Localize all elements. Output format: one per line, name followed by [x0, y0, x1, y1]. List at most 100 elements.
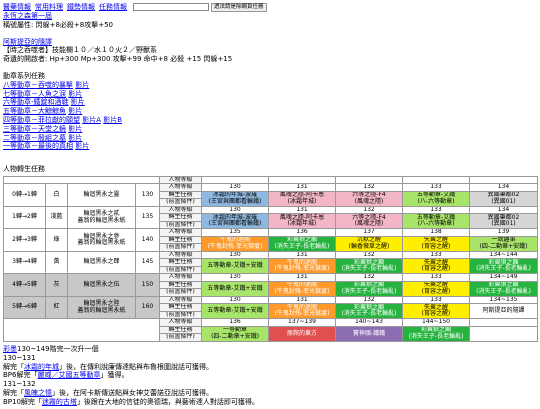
level-cell: 138 [402, 228, 470, 237]
quest-cell: 五等動章-艾鐵+安鐵 [201, 258, 269, 275]
quest-prereq: (八-六等動章) [417, 220, 455, 228]
item-name: 輪迴黑永之伍 [83, 280, 120, 288]
nav-link-medicine[interactable]: 醫藥情報 [3, 3, 31, 12]
video-link-b[interactable]: 影片B [103, 116, 122, 124]
quest-cell: 風魂之隱-阿卡恩 (冰霜年城) [268, 213, 336, 230]
video-link[interactable]: 影片 [75, 81, 89, 89]
quest-cell: 失翼之醒 (育容之醒) [402, 258, 470, 275]
quest-cell: 五等動章-艾鐵 (八-六等動章) [402, 190, 470, 207]
footer-link[interactable]: 彩墨 [3, 345, 17, 353]
quest-name: 五等動章-艾鐵+安鐵 [207, 262, 263, 270]
tier-level: 140 [135, 228, 160, 252]
quest-cell: 六等之隱-F4 (風魂之隱) [335, 213, 403, 230]
quest-link[interactable]: 六等動章-鐵錠和酒鞋 [3, 98, 69, 106]
level-cell: 136 [201, 318, 269, 327]
quest-link[interactable]: 五等動章－大鯨鯨魚 [3, 107, 66, 115]
item-name: 輪迴黑永之肆 [83, 258, 120, 266]
quest-prereq: (消失王子-長老輪亂) [341, 310, 397, 318]
footer-link[interactable]: 冰霜的年城 [24, 363, 59, 371]
tier-item: 輪迴黑永之伍 [67, 273, 136, 297]
video-link[interactable]: 影片 [68, 134, 82, 142]
tier-color: 紅 [45, 295, 68, 320]
video-link[interactable]: 影片 [68, 107, 82, 115]
quest-cell: 彩翼狼之願 (消失王子-長老輪亂) [335, 303, 403, 320]
quest-prereq: (異國01) [491, 220, 516, 228]
class-desc: 【時之吞噬者】技能欄１０／水１０火２／野獸系 [3, 46, 157, 55]
quest-item: 八等動章－吞噬的暴擊 影片 [3, 81, 537, 90]
quest-prereq: (育容之醒) [421, 310, 451, 318]
quest-name: 原爬的東方 [286, 329, 317, 337]
table-row: 1轉→2轉 淺藍 輪迴黑永之貳 蓋翁的輪迴黑永紙 135 人物等級 130 131 132 133… [3, 205, 538, 230]
level-cell: 133 [402, 273, 470, 282]
video-link[interactable]: 影片 [68, 90, 82, 98]
tier-color: 淺藍 [45, 205, 68, 230]
quest-prereq: (冰霜年城) [287, 220, 317, 228]
quest-link[interactable]: 三等動章－天堂之鏡 [3, 125, 66, 133]
quest-item: 四等動章－菲拉獻的願望 影片A 影片B [3, 116, 537, 125]
blank-cell [469, 175, 538, 185]
quest-cell: 沉默之醒 (輪香薇草之醒) [335, 235, 403, 252]
level-cell: 133 [402, 295, 470, 305]
level-cell: 130 [201, 295, 269, 305]
quest-link[interactable]: 四等動章－菲拉獻的願望 [3, 116, 80, 124]
video-link[interactable]: 影片 [68, 125, 82, 133]
quest-prereq: (王宮與團都看輪鐵) [208, 220, 262, 228]
quest-prereq: (風魂之隱) [354, 220, 384, 228]
prereq-label: (前置條件) [159, 265, 202, 275]
tier-name: 4轉→5轉 [3, 273, 46, 297]
quest-link[interactable]: 八等動章－吞噬的暴擊 [3, 81, 73, 89]
ally-line: 稱號屬性: 閃躲+8必殺+8攻擊+50 [3, 20, 113, 29]
quest-prereq: (育容之醒) [421, 287, 451, 295]
video-link[interactable]: 影片 [75, 142, 89, 150]
level-cell: 130 [201, 250, 269, 260]
quest-link[interactable]: 二等動章－殷組之墓 [3, 134, 66, 142]
tier-color: 黃 [45, 250, 68, 275]
prereq-label: (前置條件) [159, 198, 202, 207]
breadcrumb[interactable]: 永恆之森第一屆 [3, 12, 52, 20]
footer-text: BP6解完「 [3, 371, 38, 380]
quest-cell: 一致趣事 (四-二動章+安鐵) [469, 235, 538, 252]
footer-link[interactable]: 麗威／艾國五等動章 [37, 371, 100, 379]
quest-label: 轉生任務 [159, 325, 202, 335]
table-row: 2轉→3轉綠輪迴黑永之參 蓋翁的輪迴黑永紙 140 人物等級 135 136 137 138 1… [3, 228, 538, 252]
level-cell: 134~144 [469, 250, 538, 260]
quest-prereq: (育容之醒) [421, 265, 451, 273]
level-label: 人物等級 [159, 273, 202, 282]
quest-name: 阿斯提亞的隨譯 [482, 307, 525, 315]
nav-link-quest[interactable]: 任務情報 [99, 3, 127, 12]
quest-item: 六等動章-鐵錠和酒鞋 影片 [3, 98, 537, 107]
table-row: 5轉→6轉紅輪迴黑永之陸 蓋翁的輪迴黑永紙 160 人物等級 130 131 132 133 1… [3, 295, 538, 320]
video-link[interactable]: 影片 [71, 98, 85, 106]
quest-cell: 異國筆都02 (異國01) [469, 213, 538, 230]
search-input[interactable] [133, 3, 209, 11]
quest-prereq: (王宮與團都看輪鐵) [208, 197, 262, 205]
level-cell: 135 [201, 228, 269, 237]
tier-item: 輪迴黑永之陸 蓋翁的輪迴黑永紙 [67, 295, 136, 320]
search-button[interactable]: 透法請是除網頁任務 [211, 2, 267, 12]
tier-name: 0轉→1轉 [3, 183, 46, 207]
footer-text: 」後，在傳利說廉傳達點與布魯根圍說話可獲得。 [59, 362, 213, 371]
tier-level: 135 [135, 205, 160, 230]
class-link[interactable]: 阿斯提亞的隨譯 [3, 38, 52, 46]
tier-level: 145 [135, 250, 160, 275]
quest-cell: 異國筆都02 (異國01) [469, 190, 538, 207]
quest-prereq: (牛鬼封残-菲光獄宴) [274, 265, 330, 273]
level-cell: 134 [469, 183, 538, 192]
nav-link-cooking[interactable]: 常用料理 [35, 3, 63, 12]
nav-link-iron[interactable]: 鐵勢情報 [67, 3, 95, 12]
prereq-label: (前置條件) [159, 243, 202, 252]
quest-item: 五等動章－大鯨鯨魚 影片 [3, 107, 537, 116]
table-row: 4轉→5轉灰 輪迴黑永之伍 150 人物等級 130 131 132 133 134~149 [3, 273, 538, 297]
blank-cell [268, 175, 336, 185]
quest-cell: 彩翼狼之願 (消失王子-長老輪亂) [469, 258, 538, 275]
quest-cell: 彩翼狼之願 (消失王子-長老輪亂) [402, 325, 470, 342]
item-note: 蓋翁的輪迴黑永紙 [77, 239, 126, 247]
tier-color: 灰 [45, 273, 68, 297]
quest-link[interactable]: 七等動章－人魚之淚 [3, 90, 66, 98]
quest-name: 五等動章-艾鐵+安鐵 [207, 307, 263, 315]
quest-link[interactable]: 一等動章－最後的真相 [3, 142, 73, 150]
video-link-a[interactable]: 影片A [82, 116, 101, 124]
level-cell: 131 [268, 183, 336, 192]
quest-label: 轉生任務 [159, 190, 202, 200]
footer-link[interactable]: 風魄之憶 [24, 389, 52, 397]
